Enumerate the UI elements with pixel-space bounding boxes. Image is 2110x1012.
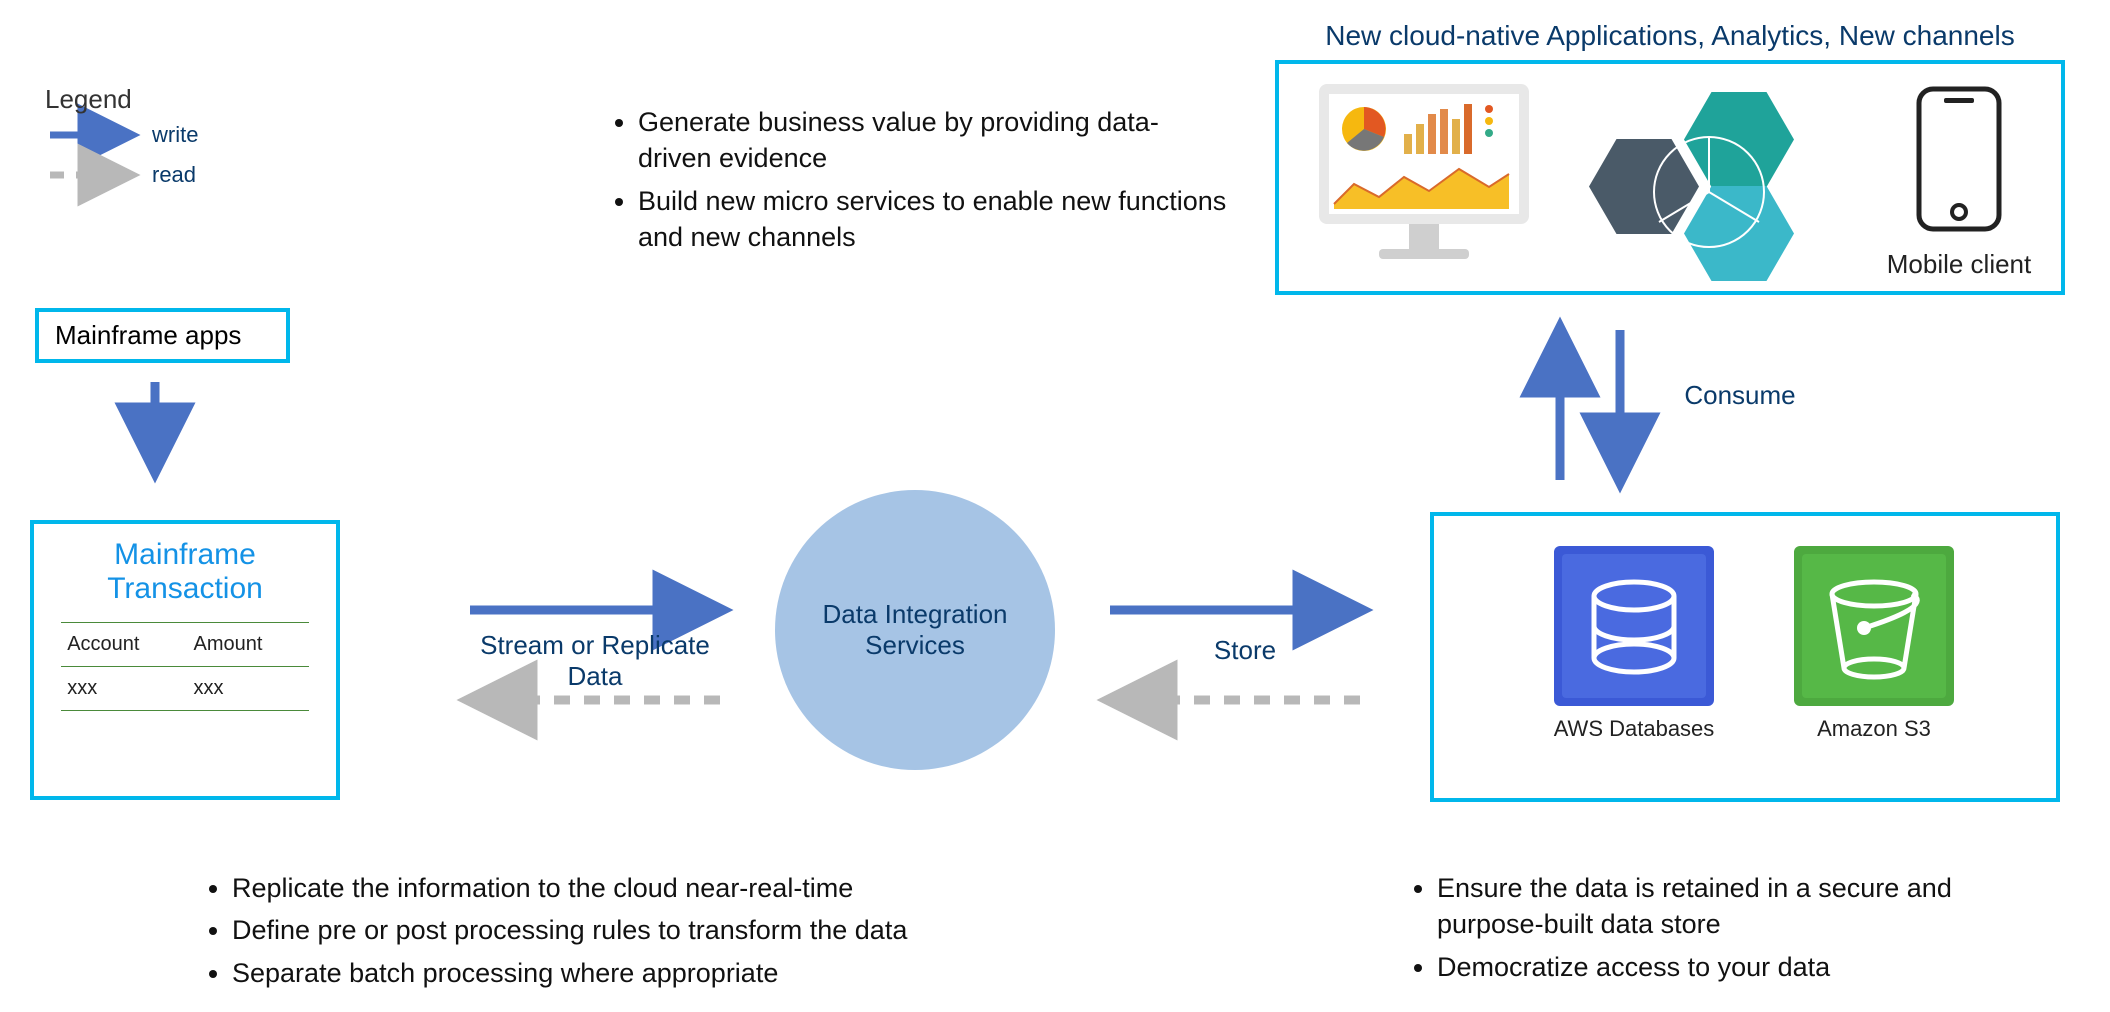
top-bullet-1: Generate business value by providing dat… xyxy=(638,104,1228,177)
br-bullet-1: Ensure the data is retained in a secure … xyxy=(1437,870,2037,943)
mainframe-apps-label: Mainframe apps xyxy=(55,320,241,350)
mainframe-card-title-line1: Mainframe xyxy=(114,538,256,571)
flow-store-label: Store xyxy=(1175,635,1315,666)
flow-stream-line2: Data xyxy=(568,661,623,691)
cloud-apps-box: Mobile client xyxy=(1275,60,2065,295)
mainframe-card-title: Mainframe Transaction xyxy=(34,524,336,612)
bl-bullet-3: Separate batch processing where appropri… xyxy=(232,955,1012,991)
data-integration-circle: Data Integration Services xyxy=(775,490,1055,770)
flow-consume-label: Consume xyxy=(1660,380,1820,411)
br-bullet-2: Democratize access to your data xyxy=(1437,949,2037,985)
flow-stream-line1: Stream or Replicate xyxy=(480,630,710,660)
aws-storage-box: AWS Databases Amazon S3 xyxy=(1430,512,2060,802)
legend-title: Legend xyxy=(45,84,132,115)
aws-databases-label: AWS Databases xyxy=(1529,716,1739,742)
bl-bullet-1: Replicate the information to the cloud n… xyxy=(232,870,1012,906)
legend-write-label: write xyxy=(152,122,198,148)
circle-line1: Data Integration xyxy=(822,599,1007,629)
bl-bullet-2: Define pre or post processing rules to t… xyxy=(232,912,1012,948)
val-amount: xxx xyxy=(187,667,308,711)
dashboard-monitor-icon xyxy=(1309,79,1539,279)
mainframe-transaction-table: Account Amount xxx xxx xyxy=(61,622,309,711)
mainframe-card-title-line2: Transaction xyxy=(107,572,263,605)
val-account: xxx xyxy=(61,667,187,711)
top-bullet-2: Build new micro services to enable new f… xyxy=(638,183,1228,256)
top-bullets: Generate business value by providing dat… xyxy=(606,104,1228,262)
col-amount: Amount xyxy=(187,623,308,667)
bottom-left-bullets: Replicate the information to the cloud n… xyxy=(200,870,1012,997)
mainframe-apps-box: Mainframe apps xyxy=(35,308,290,363)
aws-databases-icon xyxy=(1554,546,1714,706)
legend-read-label: read xyxy=(152,162,196,188)
mobile-client-label: Mobile client xyxy=(1859,249,2059,280)
hexagon-cluster-icon xyxy=(1579,94,1839,284)
circle-line2: Services xyxy=(865,630,965,660)
flow-stream-label: Stream or Replicate Data xyxy=(460,630,730,692)
amazon-s3-icon xyxy=(1794,546,1954,706)
cloud-native-header: New cloud-native Applications, Analytics… xyxy=(1280,20,2060,52)
col-account: Account xyxy=(61,623,187,667)
bottom-right-bullets: Ensure the data is retained in a secure … xyxy=(1405,870,2037,991)
mobile-client-icon xyxy=(1899,84,2019,244)
amazon-s3-label: Amazon S3 xyxy=(1784,716,1964,742)
mainframe-transaction-card: Mainframe Transaction Account Amount xxx… xyxy=(30,520,340,800)
